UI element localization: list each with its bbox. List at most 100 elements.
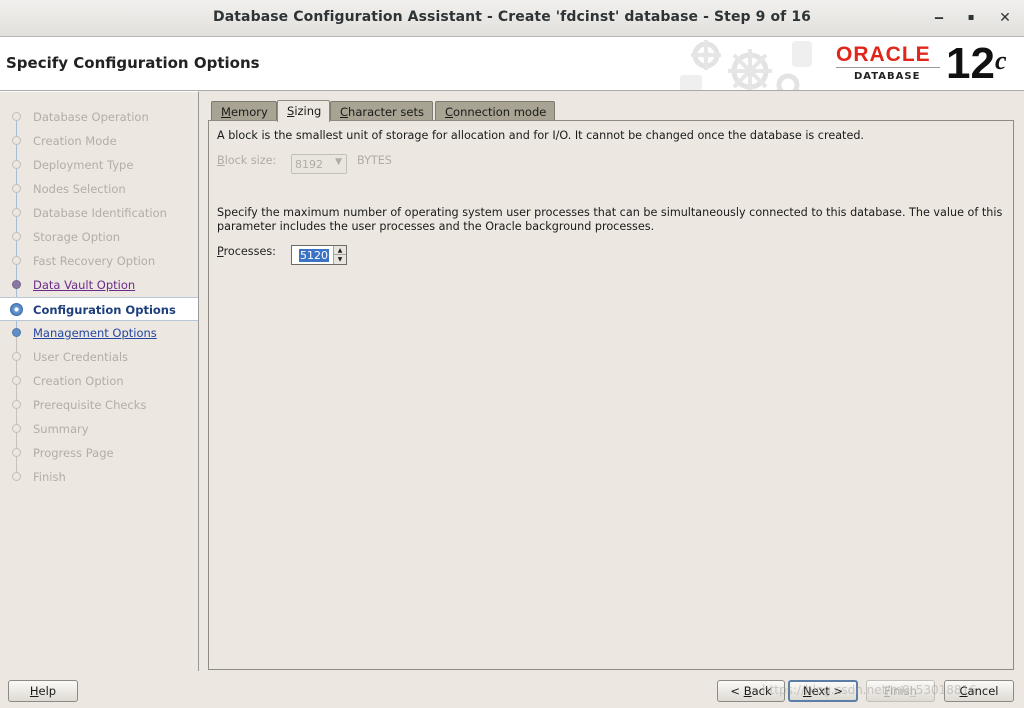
spinner-buttons: ▲ ▼ bbox=[333, 246, 346, 264]
title-bar: Database Configuration Assistant - Creat… bbox=[0, 0, 1024, 37]
spinner-up-icon[interactable]: ▲ bbox=[334, 246, 346, 255]
step-dot-icon bbox=[12, 328, 21, 337]
block-size-description: A block is the smallest unit of storage … bbox=[217, 129, 864, 142]
version-number: 12 bbox=[946, 39, 995, 88]
block-size-unit: BYTES bbox=[357, 154, 392, 167]
main-content: Memory Sizing Character sets Connection … bbox=[208, 100, 1014, 670]
step-dot-icon bbox=[12, 208, 21, 217]
label-mnemonic: B bbox=[217, 154, 225, 167]
step-dot-icon bbox=[12, 400, 21, 409]
label-text: rocesses: bbox=[223, 245, 276, 258]
step-configuration-options: Configuration Options bbox=[0, 297, 198, 321]
step-label[interactable]: Data Vault Option bbox=[33, 278, 135, 292]
step-dot-icon bbox=[12, 280, 21, 289]
steps-sidebar: Database Operation Creation Mode Deploym… bbox=[0, 91, 199, 671]
step-dot-icon bbox=[12, 256, 21, 265]
tab-mnemonic: C bbox=[340, 105, 349, 119]
tab-connection-mode[interactable]: Connection mode bbox=[435, 101, 556, 121]
label-text: lock size: bbox=[224, 154, 277, 167]
page-title: Specify Configuration Options bbox=[6, 54, 260, 72]
step-label: Creation Option bbox=[33, 374, 124, 388]
step-current-dot-icon bbox=[10, 303, 23, 316]
dropdown-arrow-icon: ▼ bbox=[335, 157, 342, 167]
gears-decoration-icon bbox=[680, 40, 812, 90]
step-nodes-selection: Nodes Selection bbox=[0, 177, 198, 201]
button-mnemonic: C bbox=[959, 684, 968, 698]
tab-mnemonic: C bbox=[445, 105, 454, 119]
tab-label: onnection mode bbox=[453, 105, 547, 119]
version-badge: 12c bbox=[946, 40, 1007, 88]
step-label: Configuration Options bbox=[33, 303, 176, 317]
button-label: elp bbox=[38, 684, 57, 698]
step-fast-recovery-option: Fast Recovery Option bbox=[0, 249, 198, 273]
step-data-vault-option[interactable]: Data Vault Option bbox=[0, 273, 198, 297]
step-dot-icon bbox=[12, 424, 21, 433]
button-prefix: < bbox=[730, 684, 744, 698]
step-dot-icon bbox=[12, 112, 21, 121]
step-label: Creation Mode bbox=[33, 134, 117, 148]
step-dot-icon bbox=[12, 136, 21, 145]
step-label: Fast Recovery Option bbox=[33, 254, 156, 268]
step-deployment-type: Deployment Type bbox=[0, 153, 198, 177]
tab-mnemonic: M bbox=[221, 105, 231, 119]
block-size-value: 8192 bbox=[295, 158, 323, 171]
step-label: Deployment Type bbox=[33, 158, 134, 172]
page-header: Specify Configuration Options ORACLE DAT… bbox=[0, 37, 1024, 91]
sizing-panel: A block is the smallest unit of storage … bbox=[208, 120, 1014, 670]
window-title: Database Configuration Assistant - Creat… bbox=[212, 9, 812, 25]
processes-description: Specify the maximum number of operating … bbox=[217, 206, 1003, 233]
step-dot-icon bbox=[12, 376, 21, 385]
processes-input[interactable]: 5120 bbox=[299, 249, 329, 262]
step-label: Database Operation bbox=[33, 110, 149, 124]
step-management-options[interactable]: Management Options bbox=[0, 321, 198, 345]
cancel-button[interactable]: Cancel bbox=[944, 680, 1014, 702]
step-label: Finish bbox=[33, 470, 66, 484]
button-mnemonic: B bbox=[743, 684, 752, 698]
step-label: Database Identification bbox=[33, 206, 167, 220]
button-label: inish bbox=[889, 684, 917, 698]
step-label: Prerequisite Checks bbox=[33, 398, 147, 412]
tab-memory[interactable]: Memory bbox=[211, 101, 277, 121]
step-dot-icon bbox=[12, 448, 21, 457]
step-user-credentials: User Credentials bbox=[0, 345, 198, 369]
step-database-identification: Database Identification bbox=[0, 201, 198, 225]
tab-character-sets[interactable]: Character sets bbox=[330, 101, 433, 121]
next-button[interactable]: Next > bbox=[788, 680, 858, 702]
step-label: User Credentials bbox=[33, 350, 129, 364]
step-label: Storage Option bbox=[33, 230, 121, 244]
minimize-icon[interactable]: ‒ bbox=[930, 9, 948, 27]
step-summary: Summary bbox=[0, 417, 198, 441]
step-creation-option: Creation Option bbox=[0, 369, 198, 393]
oracle-logo: ORACLE DATABASE bbox=[836, 44, 940, 82]
step-dot-icon bbox=[12, 472, 21, 481]
step-label[interactable]: Management Options bbox=[33, 326, 157, 340]
block-size-select: 8192 ▼ bbox=[291, 154, 347, 174]
help-button[interactable]: Help bbox=[8, 680, 78, 702]
button-label: ack bbox=[751, 684, 772, 698]
step-progress-page: Progress Page bbox=[0, 441, 198, 465]
tab-sizing[interactable]: Sizing bbox=[277, 100, 331, 122]
button-mnemonic: N bbox=[802, 684, 812, 698]
processes-label: Processes: bbox=[217, 245, 276, 258]
step-prerequisite-checks: Prerequisite Checks bbox=[0, 393, 198, 417]
button-mnemonic: H bbox=[29, 684, 39, 698]
tab-label: emory bbox=[230, 105, 268, 119]
button-label: ext > bbox=[811, 684, 844, 698]
step-finish: Finish bbox=[0, 465, 198, 489]
spinner-down-icon[interactable]: ▼ bbox=[334, 255, 346, 264]
step-label: Summary bbox=[33, 422, 89, 436]
close-icon[interactable]: ✕ bbox=[996, 9, 1014, 27]
tab-label: haracter sets bbox=[348, 105, 424, 119]
back-button[interactable]: < Back bbox=[717, 680, 785, 702]
tab-label: izing bbox=[294, 104, 322, 118]
step-label: Nodes Selection bbox=[33, 182, 126, 196]
processes-spinner[interactable]: 5120 ▲ ▼ bbox=[291, 245, 347, 265]
oracle-brand: ORACLE bbox=[836, 43, 931, 66]
version-suffix: c bbox=[994, 46, 1007, 75]
block-size-label: Block size: bbox=[217, 154, 276, 167]
step-dot-icon bbox=[12, 160, 21, 169]
step-dot-icon bbox=[12, 232, 21, 241]
maximize-icon[interactable]: ▪ bbox=[962, 9, 980, 27]
step-storage-option: Storage Option bbox=[0, 225, 198, 249]
oracle-product: DATABASE bbox=[854, 71, 921, 82]
